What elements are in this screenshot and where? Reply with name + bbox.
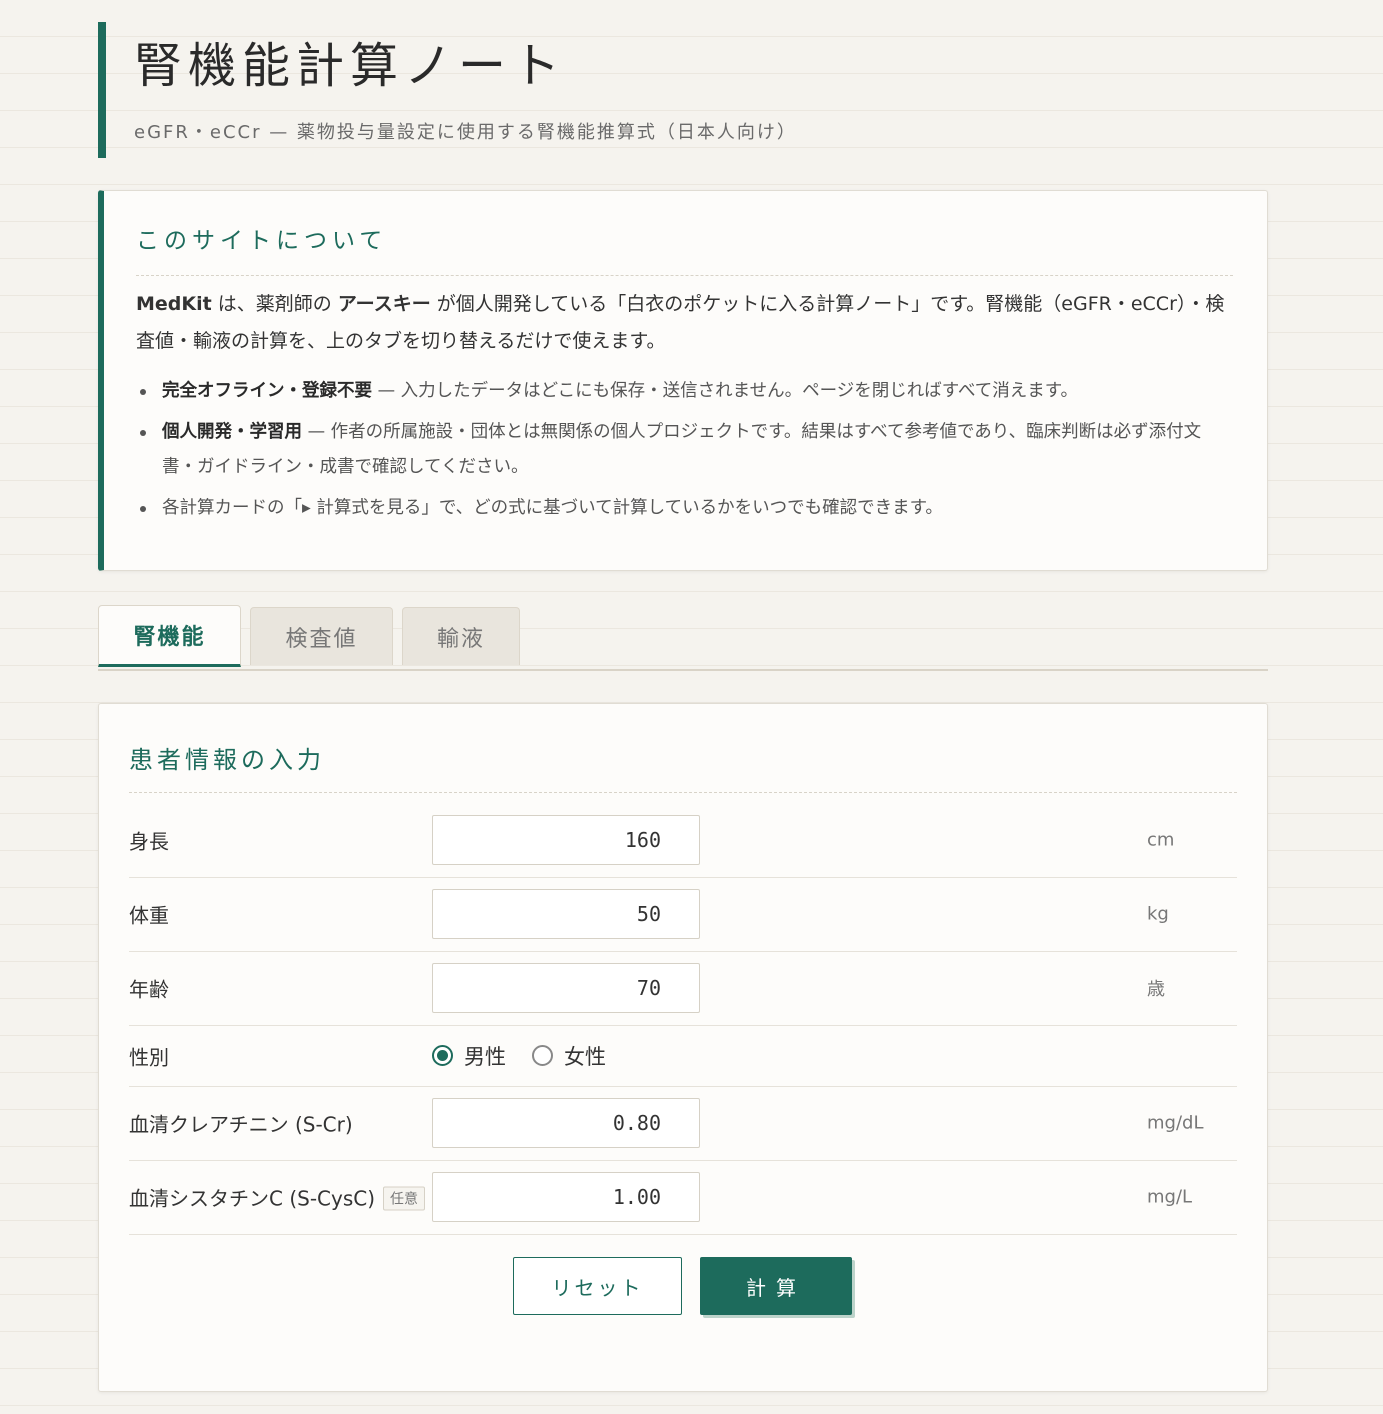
radio-unchecked-icon bbox=[532, 1045, 553, 1066]
age-input[interactable] bbox=[432, 963, 700, 1013]
cysc-unit: mg/L bbox=[1147, 1186, 1193, 1208]
weight-label: 体重 bbox=[129, 903, 169, 928]
calculate-button[interactable]: 計算 bbox=[700, 1257, 852, 1315]
height-row: 身長 cm bbox=[129, 803, 1237, 878]
tab-lab-values[interactable]: 検査値 bbox=[250, 607, 393, 665]
page-subtitle: eGFR・eCCr — 薬物投与量設定に使用する腎機能推算式（日本人向け） bbox=[134, 122, 797, 143]
page: 腎機能計算ノート eGFR・eCCr — 薬物投与量設定に使用する腎機能推算式（… bbox=[98, 0, 1268, 1392]
divider bbox=[136, 275, 1233, 276]
about-feature-list: 完全オフライン・登録不要 — 入力したデータはどこにも保存・送信されません。ペー… bbox=[136, 374, 1233, 526]
about-text-1: は、薬剤師の bbox=[211, 293, 338, 315]
age-row: 年齢 歳 bbox=[129, 951, 1237, 1026]
reset-button[interactable]: リセット bbox=[513, 1257, 682, 1315]
sex-radio-group: 男性 女性 bbox=[432, 1041, 632, 1071]
tab-bar: 腎機能 検査値 輸液 bbox=[98, 605, 1268, 671]
cysc-label-wrap: 血清シスタチンC (S-CysC) 任意 bbox=[129, 1183, 426, 1212]
sex-male-radio[interactable]: 男性 bbox=[432, 1041, 506, 1071]
tab-infusion[interactable]: 輸液 bbox=[402, 607, 520, 665]
sex-female-radio[interactable]: 女性 bbox=[532, 1041, 606, 1071]
patient-input-card: 患者情報の入力 身長 cm 体重 kg 年齢 歳 性別 男性 bbox=[98, 703, 1268, 1392]
feature-text: — 入力したデータはどこにも保存・送信されません。ページを閉じればすべて消えます… bbox=[372, 381, 1079, 401]
brand-name: MedKit bbox=[136, 293, 212, 315]
feature-title: 完全オフライン・登録不要 bbox=[162, 381, 372, 401]
height-unit: cm bbox=[1147, 829, 1175, 851]
height-label: 身長 bbox=[129, 829, 169, 854]
radio-checked-icon bbox=[432, 1045, 453, 1066]
list-item: 完全オフライン・登録不要 — 入力したデータはどこにも保存・送信されません。ペー… bbox=[136, 374, 1233, 409]
list-item: 個人開発・学習用 — 作者の所属施設・団体とは無関係の個人プロジェクトです。結果… bbox=[136, 415, 1233, 485]
age-label: 年齢 bbox=[129, 977, 169, 1002]
about-title: このサイトについて bbox=[136, 228, 388, 254]
age-unit: 歳 bbox=[1147, 979, 1165, 1000]
weight-unit: kg bbox=[1147, 903, 1169, 925]
cysc-row: 血清シスタチンC (S-CysC) 任意 mg/L bbox=[129, 1160, 1237, 1235]
feature-text: 各計算カードの「▸ 計算式を見る」で、どの式に基づいて計算しているかをいつでも確… bbox=[162, 498, 943, 518]
divider bbox=[129, 792, 1237, 793]
sex-male-label: 男性 bbox=[464, 1044, 506, 1069]
sex-label: 性別 bbox=[129, 1045, 169, 1069]
scr-row: 血清クレアチニン (S-Cr) mg/dL bbox=[129, 1086, 1237, 1161]
page-header: 腎機能計算ノート eGFR・eCCr — 薬物投与量設定に使用する腎機能推算式（… bbox=[98, 22, 1268, 158]
sex-row: 性別 男性 女性 bbox=[129, 1025, 1237, 1087]
list-item: 各計算カードの「▸ 計算式を見る」で、どの式に基づいて計算しているかをいつでも確… bbox=[136, 491, 1233, 526]
height-input[interactable] bbox=[432, 815, 700, 865]
weight-row: 体重 kg bbox=[129, 877, 1237, 952]
about-card: このサイトについて MedKit は、薬剤師の アースキー が個人開発している「… bbox=[98, 190, 1268, 571]
about-body: MedKit は、薬剤師の アースキー が個人開発している「白衣のポケットに入る… bbox=[136, 286, 1233, 360]
scr-label: 血清クレアチニン (S-Cr) bbox=[129, 1112, 353, 1137]
optional-badge: 任意 bbox=[383, 1186, 426, 1211]
weight-input[interactable] bbox=[432, 889, 700, 939]
form-title: 患者情報の入力 bbox=[129, 746, 325, 774]
tab-renal[interactable]: 腎機能 bbox=[98, 605, 241, 667]
scr-input[interactable] bbox=[432, 1098, 700, 1148]
cysc-label: 血清シスタチンC (S-CysC) bbox=[129, 1186, 376, 1211]
author-name: アースキー bbox=[337, 293, 431, 315]
feature-text: — 作者の所属施設・団体とは無関係の個人プロジェクトです。結果はすべて参考値であ… bbox=[162, 422, 1202, 477]
sex-female-label: 女性 bbox=[564, 1044, 606, 1069]
cysc-input[interactable] bbox=[432, 1172, 700, 1222]
scr-unit: mg/dL bbox=[1147, 1112, 1204, 1134]
feature-title: 個人開発・学習用 bbox=[162, 422, 302, 442]
page-title: 腎機能計算ノート bbox=[134, 38, 567, 94]
